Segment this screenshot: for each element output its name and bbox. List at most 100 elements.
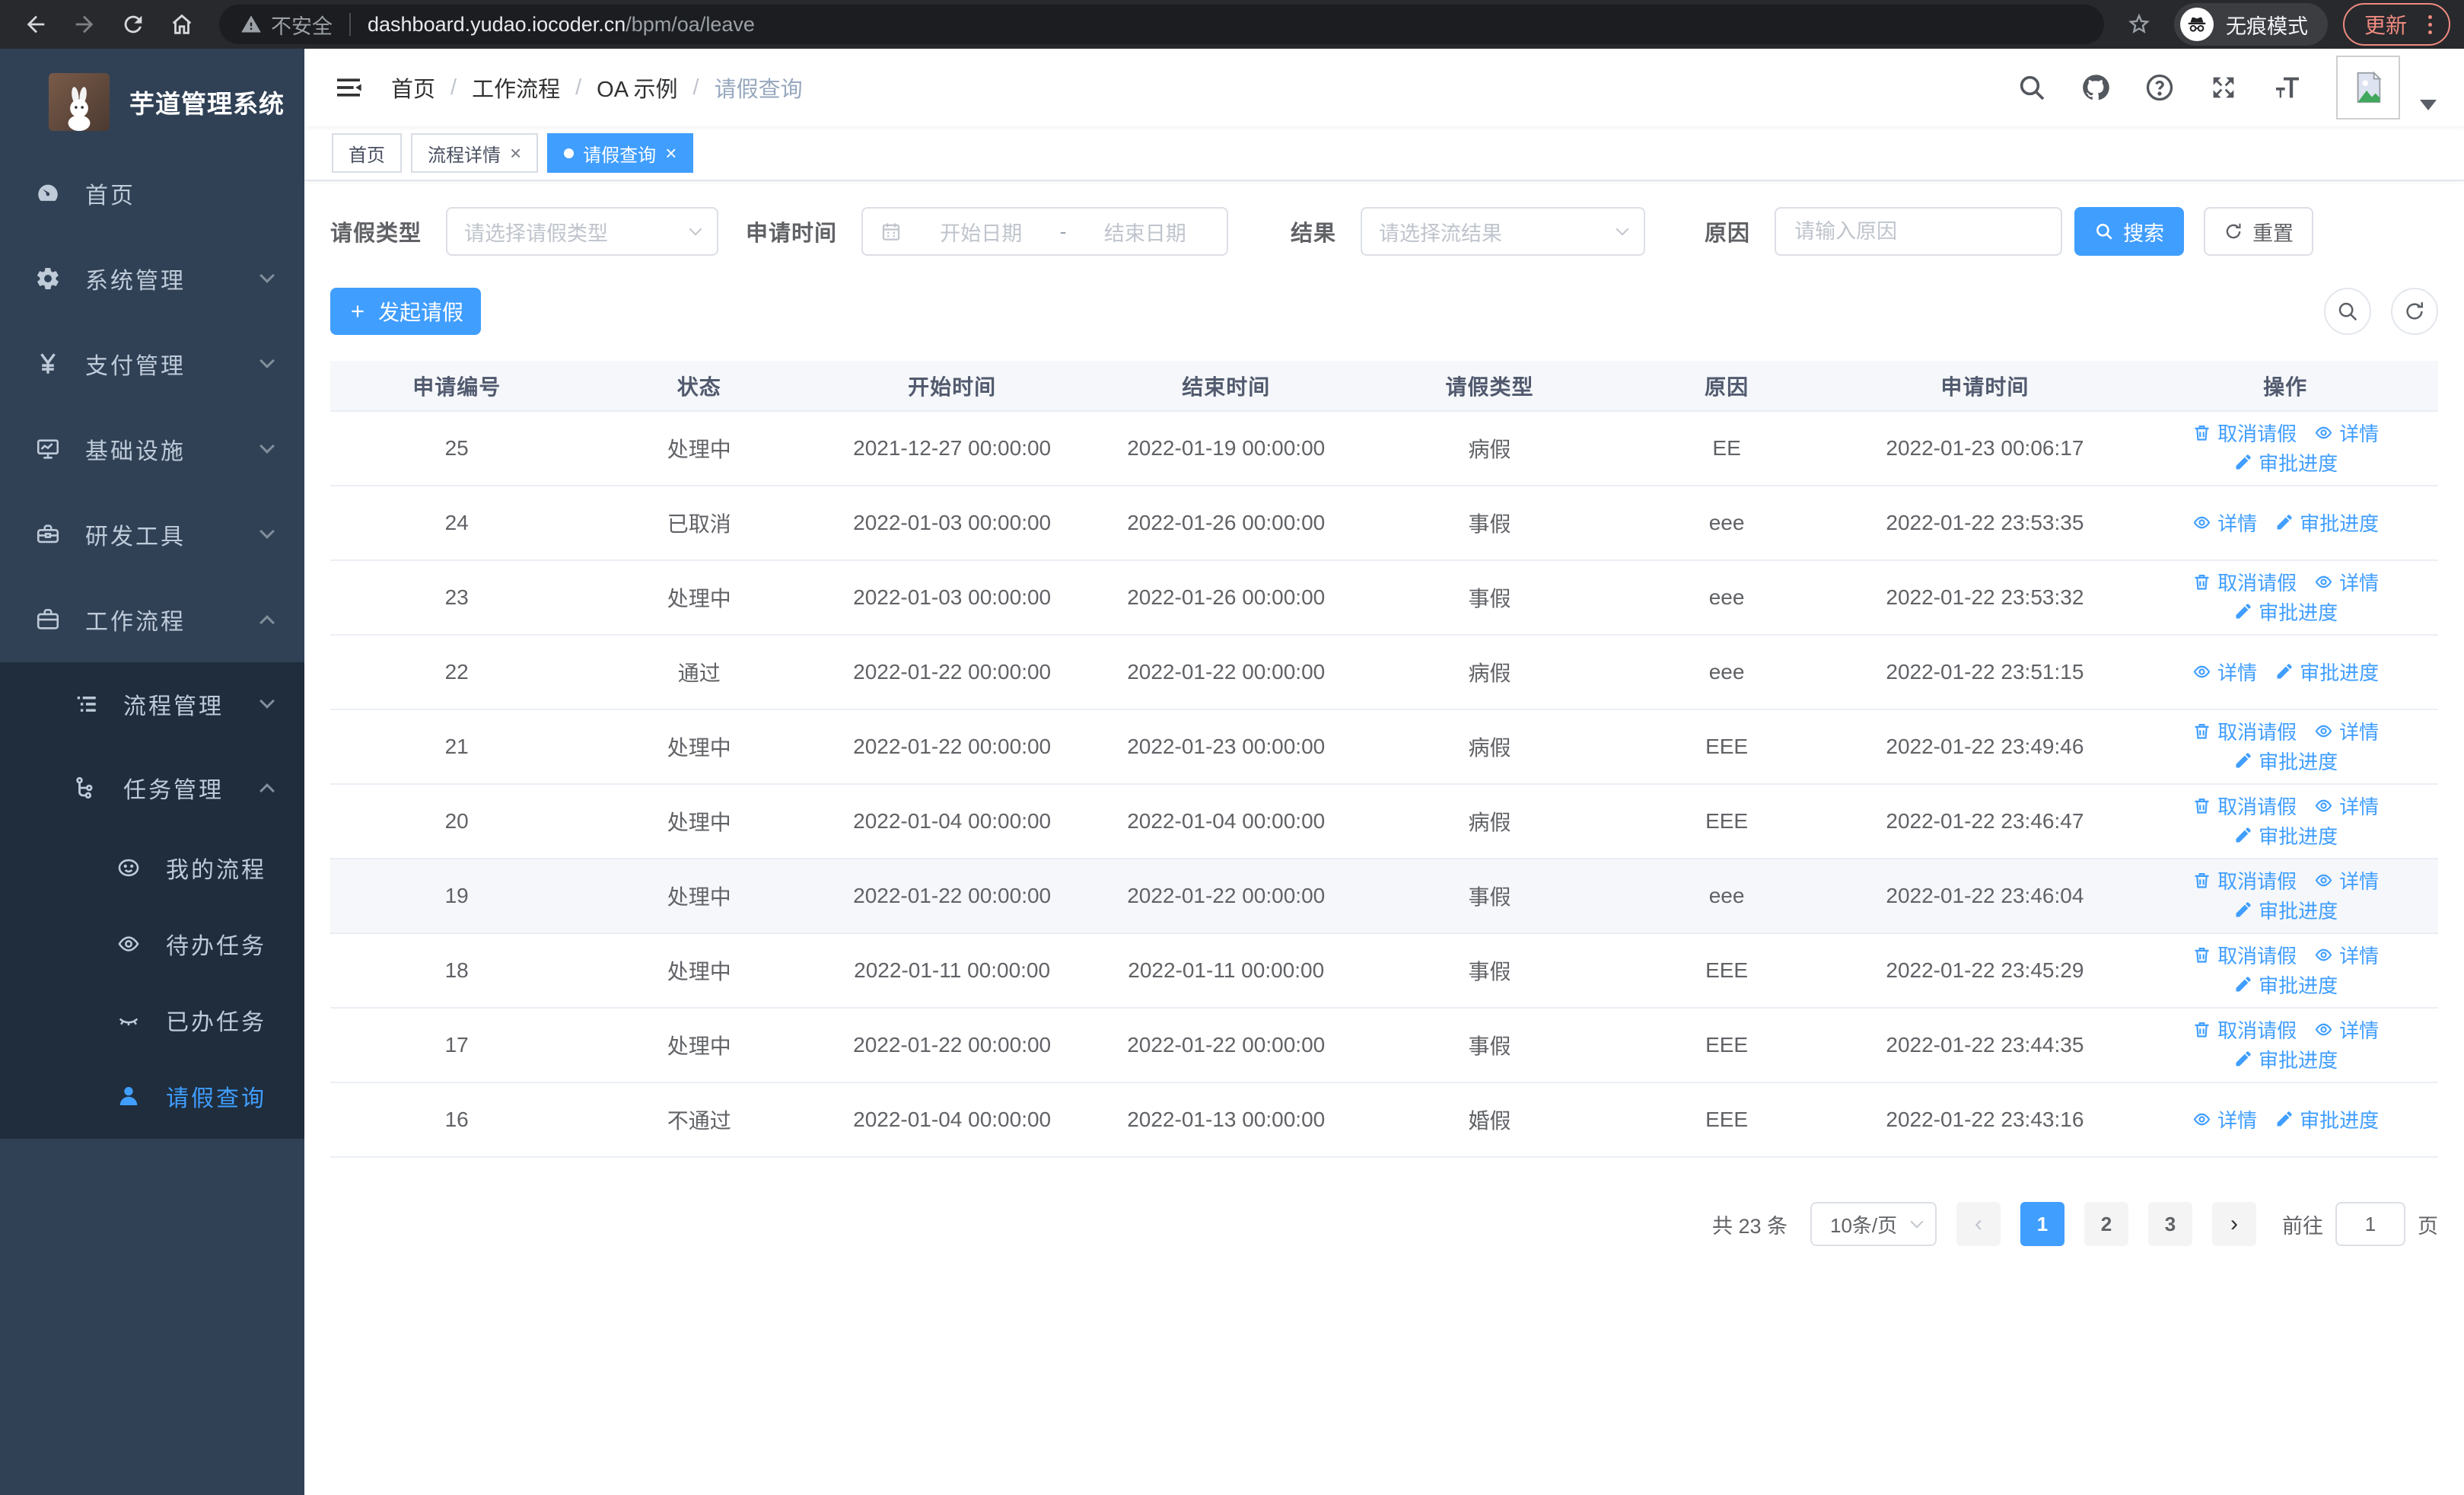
- col-end-time: 结束时间: [1089, 361, 1364, 412]
- reason-input[interactable]: [1793, 218, 2045, 244]
- fullscreen-icon[interactable]: [2208, 72, 2239, 103]
- table-row: 23 处理中 2022-01-03 00:00:00 2022-01-26 00:00…: [330, 560, 2438, 636]
- action-cancel-link[interactable]: 取消请假: [2192, 792, 2297, 820]
- action-cancel-link[interactable]: 取消请假: [2192, 1015, 2297, 1044]
- action-progress-link[interactable]: 审批进度: [2274, 508, 2379, 537]
- cell-end-time: 2022-01-19 00:00:00: [1089, 411, 1364, 486]
- page-button-1[interactable]: 1: [2020, 1202, 2064, 1246]
- action-detail-link[interactable]: 详情: [2313, 866, 2379, 894]
- bookmark-star-icon[interactable]: [2119, 5, 2159, 44]
- sidebar-item-devtools[interactable]: 研发工具: [0, 492, 304, 577]
- action-progress-link[interactable]: 审批进度: [2233, 598, 2338, 626]
- breadcrumb-oa[interactable]: OA 示例: [597, 72, 677, 104]
- browser-menu-icon[interactable]: [2422, 14, 2438, 34]
- next-page-icon[interactable]: [2212, 1202, 2256, 1246]
- action-detail-link[interactable]: 详情: [2313, 419, 2379, 447]
- action-progress-link[interactable]: 审批进度: [2233, 971, 2338, 999]
- yen-icon: [40, 353, 56, 374]
- app-logo-row[interactable]: 芋道管理系统: [0, 49, 304, 151]
- font-size-icon[interactable]: [2272, 72, 2303, 103]
- table-refresh-icon[interactable]: [2391, 288, 2438, 335]
- date-start-placeholder[interactable]: 开始日期: [916, 217, 1046, 247]
- sidebar: 芋道管理系统 首页 系统管理 支付管理 基础设施 研发工具 工作流程 流程管理 …: [0, 49, 304, 1495]
- table-row: 19 处理中 2022-01-22 00:00:00 2022-01-22 00:00…: [330, 859, 2438, 934]
- page-size-select[interactable]: 10条/页: [1810, 1202, 1937, 1246]
- result-select[interactable]: 请选择流结果: [1361, 207, 1646, 256]
- table-search-toggle-icon[interactable]: [2324, 288, 2371, 335]
- action-progress-link[interactable]: 审批进度: [2274, 658, 2379, 686]
- create-leave-button[interactable]: 发起请假: [330, 288, 481, 335]
- close-icon[interactable]: [510, 143, 521, 163]
- sidebar-item-home[interactable]: 首页: [0, 151, 304, 236]
- breadcrumb-home[interactable]: 首页: [391, 72, 435, 104]
- security-chip[interactable]: 不安全: [240, 10, 333, 40]
- update-button[interactable]: 更新: [2342, 3, 2450, 46]
- sidebar-item-process-mgmt[interactable]: 流程管理: [0, 662, 304, 746]
- page-button-2[interactable]: 2: [2084, 1202, 2128, 1246]
- action-progress-link[interactable]: 审批进度: [2233, 821, 2338, 850]
- action-detail-link[interactable]: 详情: [2313, 568, 2379, 596]
- forward-icon[interactable]: [62, 2, 107, 46]
- page-suffix: 页: [2418, 1214, 2438, 1238]
- sidebar-item-system[interactable]: 系统管理: [0, 236, 304, 321]
- sidebar-item-leave-query[interactable]: 请假查询: [0, 1058, 304, 1134]
- action-progress-link[interactable]: 审批进度: [2233, 896, 2338, 924]
- action-cancel-link[interactable]: 取消请假: [2192, 717, 2297, 745]
- close-icon[interactable]: [665, 143, 676, 163]
- sidebar-collapse-icon[interactable]: [332, 71, 365, 104]
- action-progress-link[interactable]: 审批进度: [2233, 1045, 2338, 1073]
- action-detail-link[interactable]: 详情: [2313, 792, 2379, 820]
- action-cancel-link[interactable]: 取消请假: [2192, 866, 2297, 894]
- action-progress-link[interactable]: 审批进度: [2274, 1105, 2379, 1133]
- home-icon[interactable]: [160, 2, 204, 46]
- cell-end-time: 2022-01-11 00:00:00: [1089, 933, 1364, 1009]
- sidebar-item-workflow[interactable]: 工作流程: [0, 577, 304, 662]
- cell-leave-type: 事假: [1363, 560, 1616, 636]
- eye-icon: [2315, 874, 2332, 887]
- app-title: 芋道管理系统: [129, 90, 285, 118]
- sidebar-item-payment[interactable]: 支付管理: [0, 321, 304, 406]
- avatar-caret-icon[interactable]: [2420, 100, 2437, 110]
- plus-icon: [352, 305, 364, 317]
- action-cancel-link[interactable]: 取消请假: [2192, 941, 2297, 969]
- action-cancel-link[interactable]: 取消请假: [2192, 568, 2297, 596]
- action-progress-link[interactable]: 审批进度: [2233, 747, 2338, 775]
- date-end-placeholder[interactable]: 结束日期: [1081, 217, 1211, 247]
- leave-type-select[interactable]: 请选择请假类型: [446, 207, 719, 256]
- eye-icon: [2315, 948, 2332, 961]
- help-icon[interactable]: [2144, 72, 2175, 103]
- search-icon[interactable]: [2017, 72, 2047, 103]
- sidebar-item-task-mgmt[interactable]: 任务管理: [0, 746, 304, 830]
- prev-page-icon[interactable]: [1956, 1202, 2001, 1246]
- back-icon[interactable]: [14, 2, 58, 46]
- date-range-picker[interactable]: 开始日期 - 结束日期: [861, 207, 1229, 256]
- action-progress-link[interactable]: 审批进度: [2233, 448, 2338, 477]
- avatar[interactable]: [2336, 56, 2400, 120]
- sidebar-item-done-tasks[interactable]: 已办任务: [0, 982, 304, 1058]
- tab-leave-query[interactable]: 请假查询: [547, 133, 694, 173]
- address-bar[interactable]: 不安全 dashboard.yudao.iocoder.cn/bpm/oa/le…: [219, 5, 2104, 44]
- reload-icon[interactable]: [111, 2, 155, 46]
- action-detail-link[interactable]: 详情: [2192, 1105, 2257, 1133]
- search-button[interactable]: 搜索: [2074, 207, 2185, 256]
- action-detail-link[interactable]: 详情: [2192, 508, 2257, 537]
- action-detail-link[interactable]: 详情: [2313, 717, 2379, 745]
- action-cancel-link[interactable]: 取消请假: [2192, 419, 2297, 447]
- github-icon[interactable]: [2080, 72, 2111, 103]
- goto-page-input[interactable]: [2335, 1202, 2405, 1246]
- action-detail-link[interactable]: 详情: [2313, 941, 2379, 969]
- table-row: 21 处理中 2022-01-22 00:00:00 2022-01-23 00:00…: [330, 709, 2438, 785]
- tab-process-detail[interactable]: 流程详情: [411, 133, 539, 173]
- sidebar-item-todo-tasks[interactable]: 待办任务: [0, 906, 304, 982]
- cell-start-time: 2022-01-22 00:00:00: [815, 709, 1090, 785]
- action-detail-link[interactable]: 详情: [2192, 658, 2257, 686]
- page-button-3[interactable]: 3: [2148, 1202, 2192, 1246]
- sidebar-item-infra[interactable]: 基础设施: [0, 406, 304, 492]
- tab-home[interactable]: 首页: [332, 133, 402, 173]
- reset-button[interactable]: 重置: [2204, 207, 2314, 256]
- trash-icon: [2195, 872, 2209, 888]
- action-detail-link[interactable]: 详情: [2313, 1015, 2379, 1044]
- breadcrumb-workflow[interactable]: 工作流程: [472, 72, 560, 104]
- cell-reason: EEE: [1616, 1082, 1838, 1158]
- sidebar-item-my-process[interactable]: 我的流程: [0, 830, 304, 906]
